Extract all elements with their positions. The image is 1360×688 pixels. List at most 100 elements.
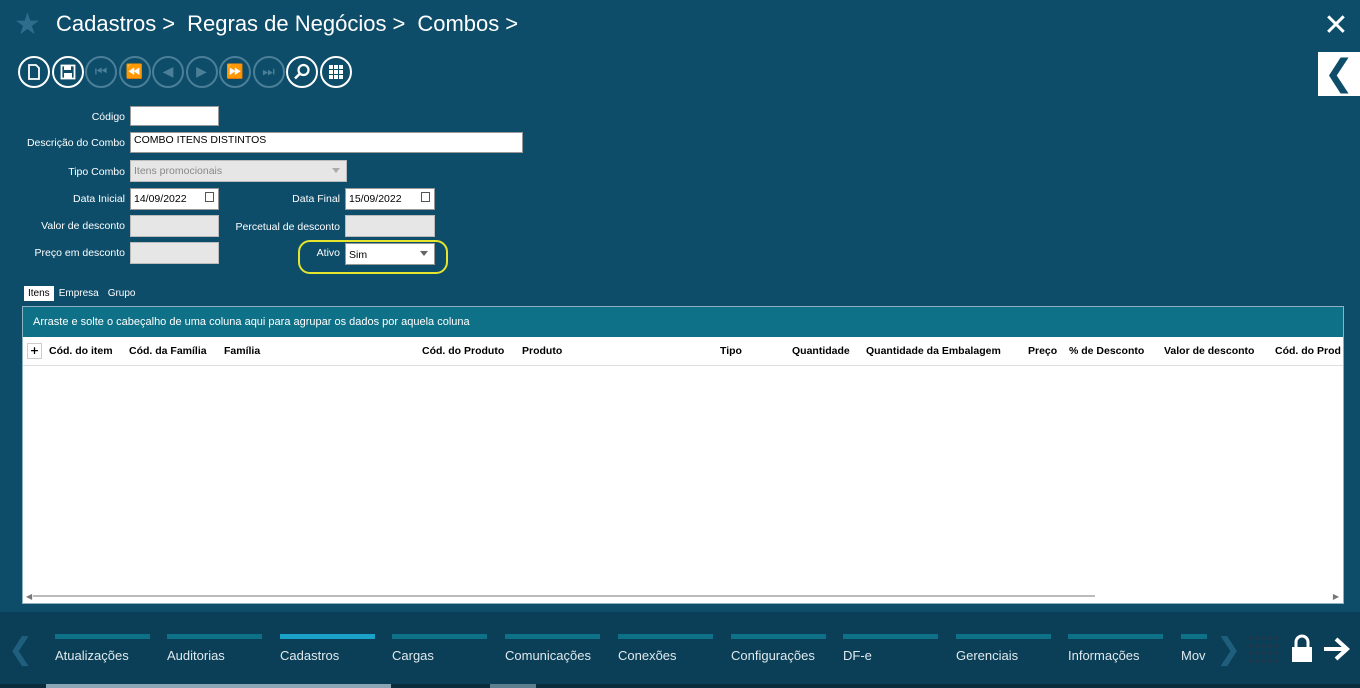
- nav-item-dfe[interactable]: DF-e: [843, 634, 938, 663]
- tipo-combo-select[interactable]: Itens promocionais: [130, 160, 347, 182]
- breadcrumb-regras[interactable]: Regras de Negócios: [187, 11, 386, 37]
- nav-item-cargas[interactable]: Cargas: [392, 634, 487, 663]
- nav-item-mov[interactable]: Mov: [1181, 634, 1207, 663]
- last-record-button[interactable]: ⏭: [252, 56, 285, 88]
- nav-bar: [956, 634, 1051, 639]
- column-header[interactable]: % de Desconto: [1069, 345, 1144, 357]
- nav-item-informacoes[interactable]: Informações: [1068, 634, 1163, 663]
- preco-desconto-label: Preço em desconto: [34, 247, 125, 259]
- nav-label: Cadastros: [280, 648, 340, 663]
- calendar-icon[interactable]: [205, 192, 214, 202]
- tab-bar: Itens Empresa Grupo: [24, 286, 141, 301]
- breadcrumb: Cadastros > Regras de Negócios > Combos …: [56, 11, 530, 37]
- breadcrumb-separator: >: [392, 11, 406, 36]
- star-icon[interactable]: ★: [14, 10, 41, 40]
- codigo-label: Código: [91, 111, 125, 123]
- column-header[interactable]: Valor de desconto: [1164, 345, 1254, 357]
- calendar-icon[interactable]: [421, 192, 430, 202]
- rewind-icon: ⏪: [125, 64, 144, 80]
- chevron-down-icon: [332, 168, 340, 173]
- close-icon[interactable]: ✕: [1322, 11, 1350, 41]
- data-final-input[interactable]: 15/09/2022: [345, 188, 435, 210]
- scroll-left-icon[interactable]: ◀: [26, 592, 32, 601]
- lock-icon[interactable]: [1290, 634, 1314, 664]
- tab-grupo[interactable]: Grupo: [104, 286, 140, 301]
- nav-item-configuracoes[interactable]: Configurações: [731, 634, 826, 663]
- column-header[interactable]: Cód. da Família: [129, 345, 207, 357]
- nav-label: Auditorias: [167, 648, 225, 663]
- nav-bar: [618, 634, 713, 639]
- data-inicial-input[interactable]: 14/09/2022: [130, 188, 219, 210]
- nav-label: Configurações: [731, 648, 815, 663]
- tab-itens[interactable]: Itens: [24, 286, 54, 301]
- nav-item-atualizacoes[interactable]: Atualizações: [55, 634, 150, 663]
- next-record-button[interactable]: ▶: [185, 56, 218, 88]
- previous-record-button[interactable]: ◀: [152, 56, 184, 88]
- save-icon: [60, 64, 75, 80]
- apps-grid-icon[interactable]: [1250, 636, 1278, 664]
- nav-item-auditorias[interactable]: Auditorias: [167, 634, 262, 663]
- valor-desconto-input[interactable]: [130, 215, 219, 237]
- nav-right-icon[interactable]: ❯: [1216, 632, 1241, 667]
- nav-item-comunicacoes[interactable]: Comunicações: [505, 634, 600, 663]
- tipo-combo-placeholder: Itens promocionais: [134, 165, 223, 177]
- nav-bar: [843, 634, 938, 639]
- arrow-right-icon[interactable]: [1322, 634, 1352, 664]
- column-header[interactable]: Tipo: [720, 345, 742, 357]
- data-final-label: Data Final: [292, 193, 340, 205]
- nav-bar: [280, 634, 375, 639]
- descricao-input[interactable]: COMBO ITENS DISTINTOS: [130, 132, 523, 153]
- breadcrumb-combos[interactable]: Combos: [417, 11, 499, 37]
- search-button[interactable]: [286, 56, 318, 88]
- column-header[interactable]: Família: [224, 345, 260, 357]
- column-header[interactable]: Produto: [522, 345, 562, 357]
- nav-item-cadastros[interactable]: Cadastros: [280, 634, 375, 663]
- column-header[interactable]: Cód. do Prod: [1275, 345, 1343, 357]
- tab-empresa[interactable]: Empresa: [55, 286, 103, 301]
- codigo-input[interactable]: [130, 106, 219, 126]
- grid-view-button[interactable]: [319, 56, 352, 88]
- nav-label: Cargas: [392, 648, 434, 663]
- data-final-value: 15/09/2022: [349, 193, 402, 205]
- toolbar: ⏮ ⏪ ◀ ▶ ⏩ ⏭: [18, 56, 353, 88]
- percentual-desconto-input[interactable]: [345, 215, 435, 237]
- scroll-right-icon[interactable]: ▶: [1333, 592, 1339, 601]
- column-header[interactable]: Cód. do item: [49, 345, 113, 357]
- nav-bar: [392, 634, 487, 639]
- grid-icon: [328, 65, 343, 79]
- breadcrumb-separator: >: [505, 11, 519, 36]
- nav-label: Conexões: [618, 648, 677, 663]
- new-document-icon: [28, 64, 40, 80]
- highlight-annotation: [298, 240, 448, 274]
- fast-forward-button[interactable]: ⏩: [219, 56, 251, 88]
- first-record-button[interactable]: ⏮: [85, 56, 117, 88]
- items-grid: Arraste e solte o cabeçalho de uma colun…: [22, 306, 1344, 604]
- rewind-button[interactable]: ⏪: [118, 56, 151, 88]
- search-icon: [294, 63, 310, 80]
- group-by-panel[interactable]: Arraste e solte o cabeçalho de uma colun…: [23, 307, 1343, 337]
- new-document-button[interactable]: [18, 56, 50, 88]
- skip-last-icon: ⏭: [262, 64, 275, 80]
- strip-segment: [46, 684, 391, 688]
- expand-button[interactable]: +: [27, 343, 42, 359]
- skip-first-icon: ⏮: [94, 64, 108, 80]
- back-panel-button[interactable]: ❮: [1318, 52, 1360, 96]
- column-header[interactable]: Preço: [1028, 345, 1057, 357]
- preco-desconto-input[interactable]: [130, 242, 219, 264]
- nav-left-icon[interactable]: ❮: [8, 632, 33, 667]
- column-header-row: + Cód. do item Cód. da Família Família C…: [23, 337, 1343, 366]
- nav-item-gerenciais[interactable]: Gerenciais: [956, 634, 1051, 663]
- breadcrumb-cadastros[interactable]: Cadastros: [56, 11, 156, 37]
- next-icon: ▶: [196, 64, 207, 80]
- column-header[interactable]: Quantidade: [792, 345, 850, 357]
- column-header[interactable]: Cód. do Produto: [422, 345, 504, 357]
- nav-item-conexoes[interactable]: Conexões: [618, 634, 713, 663]
- save-button[interactable]: [51, 56, 84, 88]
- column-header[interactable]: Quantidade da Embalagem: [866, 345, 1001, 357]
- nav-bar: [731, 634, 826, 639]
- nav-bar: [1068, 634, 1163, 639]
- nav-label: Atualizações: [55, 648, 129, 663]
- nav-label: Comunicações: [505, 648, 591, 663]
- horizontal-scrollbar[interactable]: [33, 595, 1095, 597]
- strip-segment: [490, 684, 536, 688]
